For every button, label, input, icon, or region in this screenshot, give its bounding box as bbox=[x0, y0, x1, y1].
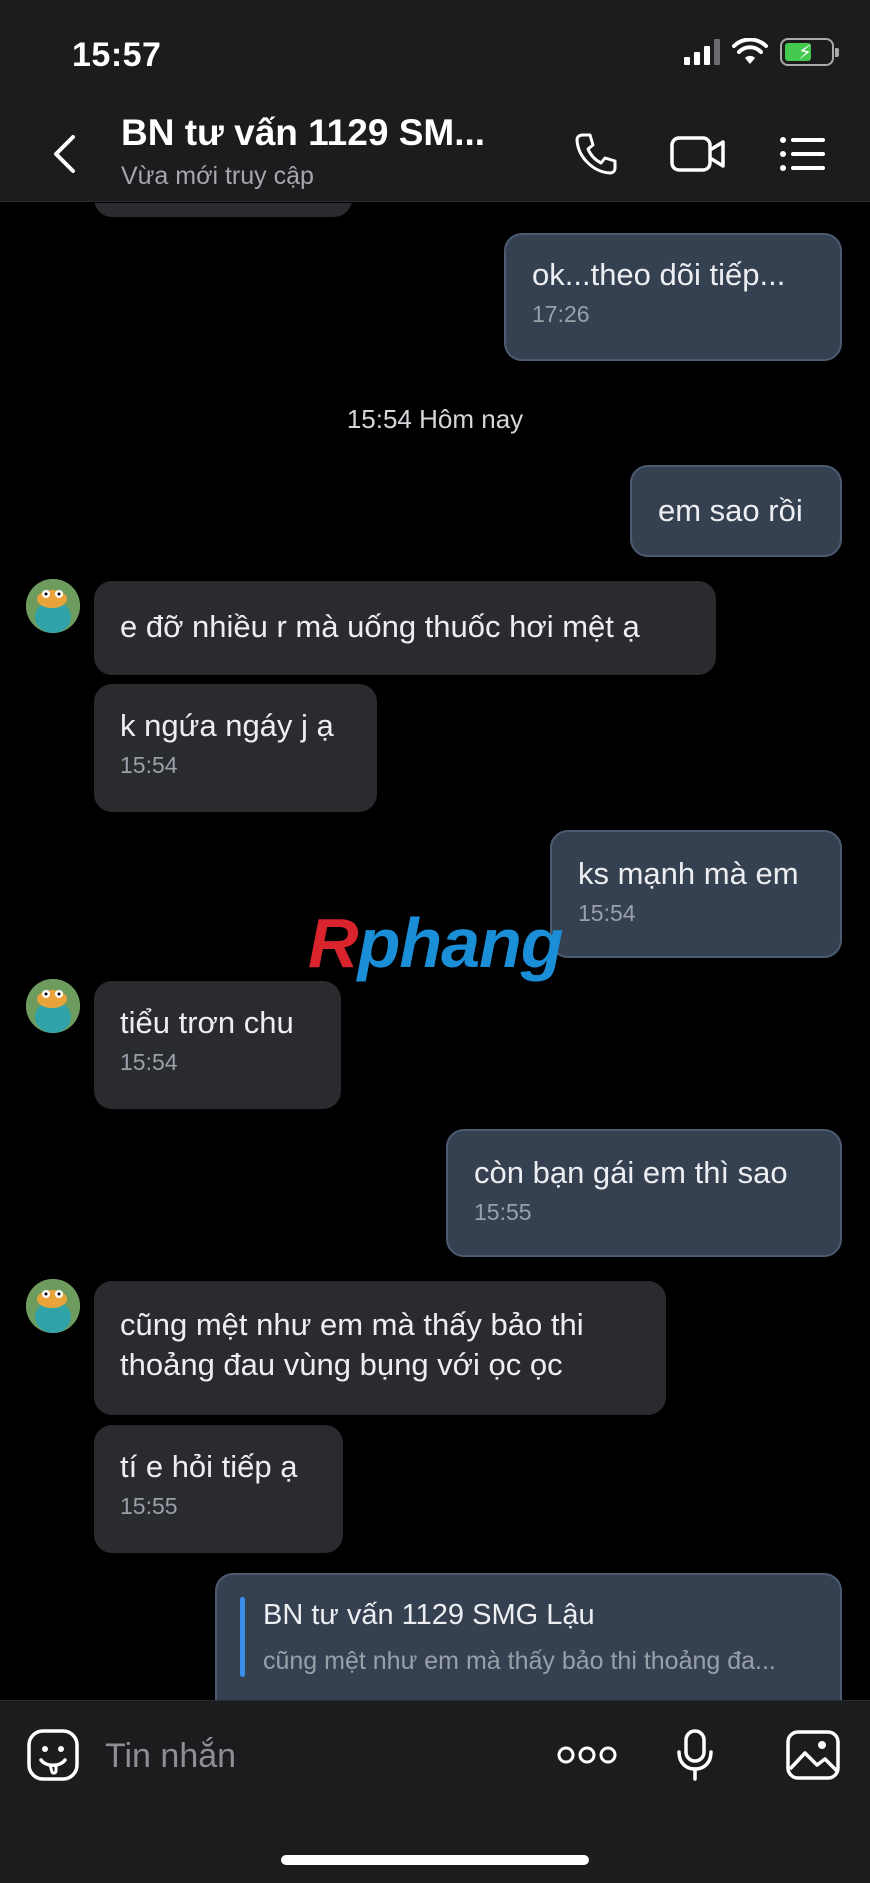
back-button[interactable] bbox=[40, 125, 90, 183]
quoted-message-text[interactable]: cũng mệt như em mà thấy bảo thi thoảng đ… bbox=[263, 1647, 776, 1676]
message-bubble-outgoing[interactable]: em sao rồi bbox=[630, 465, 842, 557]
status-time: 15:57 bbox=[72, 36, 162, 74]
message-bubble-outgoing[interactable]: ok...theo dõi tiếp... 17:26 bbox=[504, 233, 842, 361]
chat-title[interactable]: BN tư vấn 1129 SM... bbox=[121, 112, 485, 154]
message-text: ks mạnh mà em bbox=[578, 856, 799, 891]
message-bubble-reply[interactable] bbox=[215, 1573, 842, 1700]
phone-icon bbox=[575, 133, 617, 175]
message-bubble-incoming[interactable]: tí e hỏi tiếp ạ 15:55 bbox=[94, 1425, 343, 1553]
message-text: ok...theo dõi tiếp... bbox=[532, 257, 786, 292]
message-input[interactable]: Tin nhắn bbox=[105, 1737, 236, 1776]
contact-avatar[interactable] bbox=[26, 579, 80, 633]
back-icon bbox=[54, 135, 75, 173]
contact-avatar[interactable] bbox=[26, 1279, 80, 1333]
watermark-logo: Rphang bbox=[308, 904, 564, 982]
message-time: 15:54 bbox=[120, 1049, 178, 1075]
sticker-button[interactable] bbox=[22, 1727, 84, 1783]
date-separator: 15:54 Hôm nay bbox=[346, 404, 524, 434]
menu-list-icon bbox=[780, 137, 825, 171]
video-call-button[interactable] bbox=[668, 128, 728, 180]
wifi-icon bbox=[732, 38, 768, 64]
chat-status: Vừa mới truy cập bbox=[121, 162, 314, 190]
message-bubble-incoming[interactable]: tiểu trơn chu 15:54 bbox=[94, 981, 341, 1109]
battery-icon: ⚡ bbox=[780, 38, 839, 66]
message-time: 15:55 bbox=[120, 1493, 178, 1519]
message-text: còn bạn gái em thì sao bbox=[474, 1155, 788, 1190]
voice-record-button[interactable] bbox=[664, 1727, 726, 1783]
message-time: 15:54 bbox=[120, 752, 178, 778]
message-text-line-2: thoảng đau vùng bụng với ọc ọc bbox=[120, 1347, 563, 1382]
more-icon bbox=[557, 1746, 617, 1764]
avatar-image bbox=[26, 579, 80, 633]
message-text: em sao rồi bbox=[658, 493, 803, 528]
microphone-icon bbox=[677, 1729, 713, 1781]
message-text: k ngứa ngáy j ạ bbox=[120, 708, 334, 743]
message-list[interactable]: ok...theo dõi tiếp... 17:26 15:54 Hôm na… bbox=[0, 203, 870, 1700]
message-bubble-incoming[interactable]: e đỡ nhiều r mà uống thuốc hơi mệt ạ bbox=[94, 581, 716, 675]
contact-avatar[interactable] bbox=[26, 979, 80, 1033]
message-bubble-incoming[interactable]: k ngứa ngáy j ạ 15:54 bbox=[94, 684, 377, 812]
message-time: 17:26 bbox=[532, 301, 590, 327]
cellular-signal-icon bbox=[684, 39, 720, 65]
home-indicator[interactable] bbox=[281, 1855, 589, 1865]
message-text: tí e hỏi tiếp ạ bbox=[120, 1449, 298, 1484]
top-bar: 15:57 ⚡ BN tư vấn 1129 SM... Vừa mới tru… bbox=[0, 0, 870, 202]
video-call-icon bbox=[670, 136, 725, 172]
call-button[interactable] bbox=[566, 128, 626, 180]
message-time: 15:54 bbox=[578, 900, 636, 926]
sticker-icon bbox=[27, 1729, 79, 1781]
avatar-image bbox=[26, 979, 80, 1033]
image-picker-button[interactable] bbox=[782, 1727, 844, 1783]
message-text: tiểu trơn chu bbox=[120, 1005, 294, 1040]
conversation-menu-button[interactable] bbox=[773, 128, 833, 180]
message-text: e đỡ nhiều r mà uống thuốc hơi mệt ạ bbox=[120, 609, 640, 644]
quote-bar bbox=[240, 1597, 245, 1677]
message-text-line-1: cũng mệt như em mà thấy bảo thi bbox=[120, 1307, 584, 1342]
message-time: 15:55 bbox=[474, 1199, 532, 1225]
message-bubble-outgoing[interactable]: còn bạn gái em thì sao 15:55 bbox=[446, 1129, 842, 1257]
avatar-image bbox=[26, 1279, 80, 1333]
message-bubble-outgoing[interactable]: ks mạnh mà em 15:54 bbox=[550, 830, 842, 958]
quoted-sender-name[interactable]: BN tư vấn 1129 SMG Lậu bbox=[263, 1599, 595, 1632]
image-icon bbox=[786, 1730, 840, 1780]
status-icons: ⚡ bbox=[684, 38, 839, 66]
message-bubble-partial[interactable] bbox=[94, 203, 352, 217]
more-options-button[interactable] bbox=[556, 1727, 618, 1783]
message-bubble-incoming[interactable]: cũng mệt như em mà thấy bảo thi thoảng đ… bbox=[94, 1281, 666, 1415]
